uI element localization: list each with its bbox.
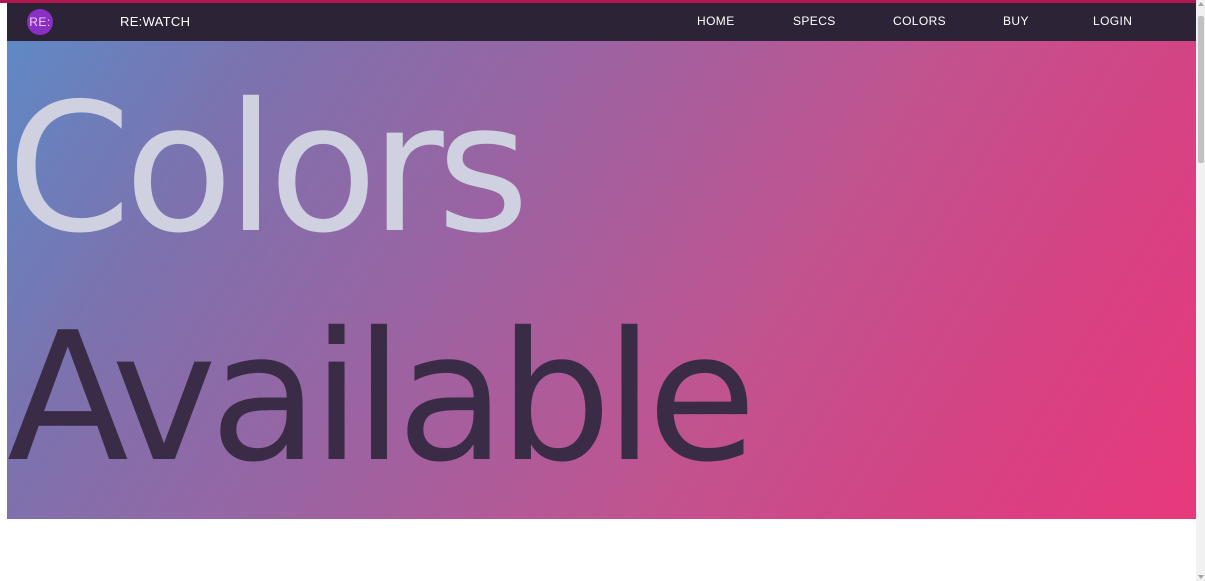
navbar: RE: RE:WATCH HOME SPECS COLORS BUY LOGIN <box>7 3 1196 41</box>
nav-link-buy[interactable]: BUY <box>1003 14 1029 28</box>
hero-section: Colors Available <box>7 41 1196 519</box>
nav-link-home[interactable]: HOME <box>697 14 735 28</box>
logo[interactable]: RE: <box>27 9 53 35</box>
scrollbar-thumb[interactable] <box>1198 16 1204 163</box>
scroll-down-arrow-icon[interactable] <box>1198 575 1204 579</box>
nav-link-specs[interactable]: SPECS <box>793 14 836 28</box>
nav-link-login[interactable]: LOGIN <box>1093 14 1132 28</box>
brand-name[interactable]: RE:WATCH <box>120 14 190 29</box>
scroll-up-arrow-icon[interactable] <box>1198 2 1204 6</box>
nav-link-colors[interactable]: COLORS <box>893 14 946 28</box>
hero-title-line2: Available <box>7 294 757 501</box>
hero-title-line1: Colors <box>7 65 529 272</box>
